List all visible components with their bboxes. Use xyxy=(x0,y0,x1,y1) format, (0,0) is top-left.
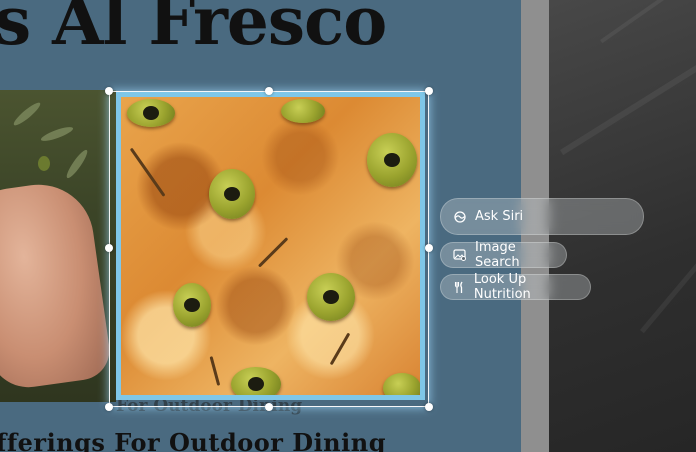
hand-image xyxy=(0,177,114,393)
resize-handle-top-left[interactable] xyxy=(105,87,113,95)
article-subhead: fferings For Outdoor Dining xyxy=(0,428,386,452)
backdrop-streak xyxy=(640,238,696,334)
backdrop-streak xyxy=(600,0,696,44)
image-search-button[interactable]: Image Search xyxy=(440,240,567,270)
olive-branch-photo xyxy=(0,90,116,402)
selection-frame[interactable] xyxy=(109,91,429,407)
article-headline: s Al Fresco xyxy=(0,0,387,60)
ask-siri-button[interactable]: Ask Siri xyxy=(440,198,644,235)
resize-handle-bottom-right[interactable] xyxy=(425,403,433,411)
fork-knife-icon xyxy=(453,280,466,294)
resize-handle-bottom[interactable] xyxy=(265,403,273,411)
image-search-label: Image Search xyxy=(475,240,520,270)
look-up-nutrition-button[interactable]: Look Up Nutrition xyxy=(440,272,591,302)
resize-handle-top[interactable] xyxy=(265,87,273,95)
resize-handle-bottom-left[interactable] xyxy=(105,403,113,411)
siri-icon xyxy=(453,210,467,224)
resize-handle-top-right[interactable] xyxy=(425,87,433,95)
ask-siri-label: Ask Siri xyxy=(475,209,524,224)
resize-handle-right[interactable] xyxy=(425,244,433,252)
image-search-icon xyxy=(453,248,467,262)
look-up-nutrition-label: Look Up Nutrition xyxy=(473,272,531,302)
backdrop-streak xyxy=(560,28,696,156)
resize-handle-left[interactable] xyxy=(105,244,113,252)
